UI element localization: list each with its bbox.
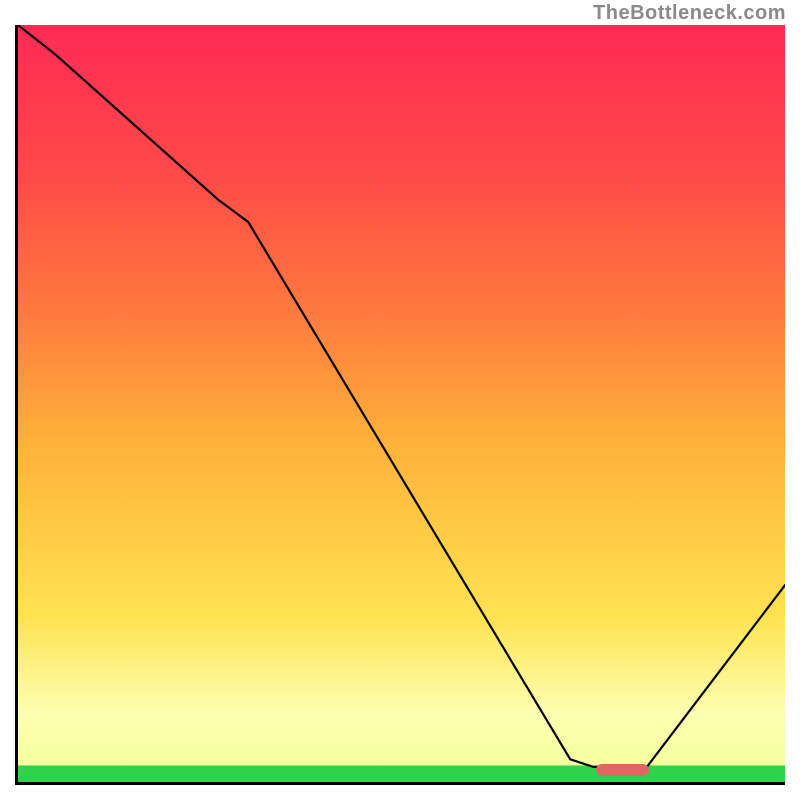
bottleneck-curve-path (18, 25, 785, 767)
watermark-text: TheBottleneck.com (593, 2, 786, 25)
bottleneck-curve (18, 25, 785, 782)
chart-plot-area (15, 25, 785, 785)
optimal-range-marker (596, 764, 650, 776)
